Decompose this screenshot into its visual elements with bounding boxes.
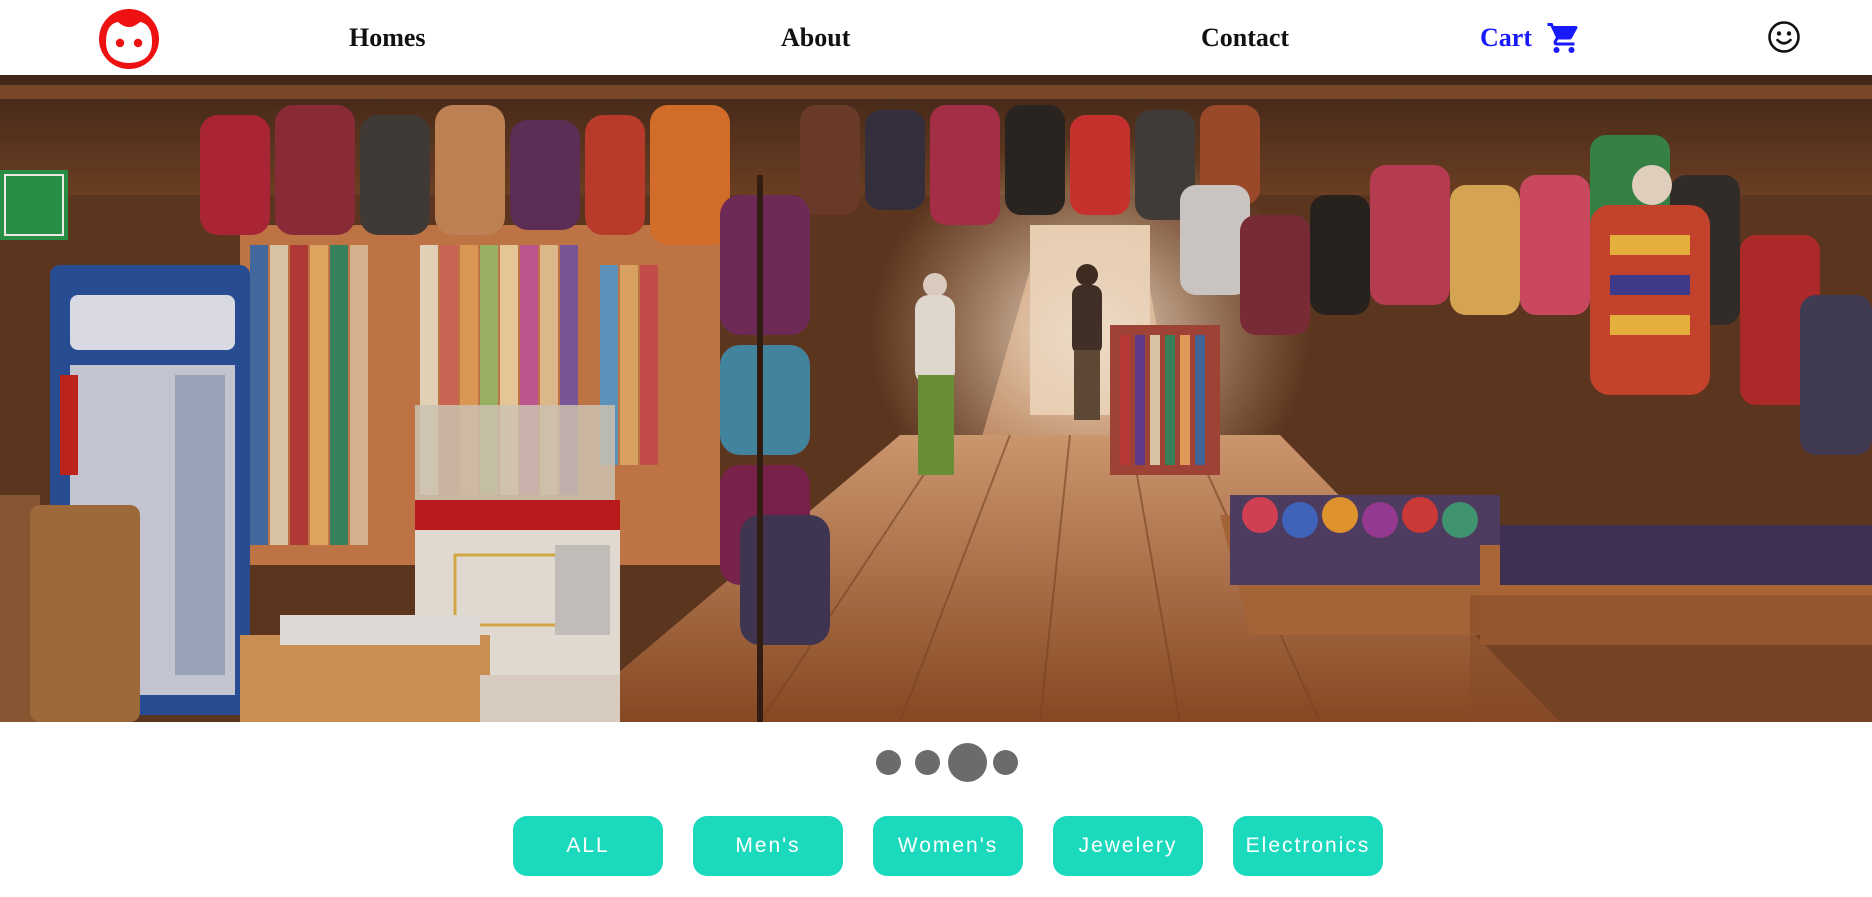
navbar: Homes About Contact Cart	[0, 0, 1872, 75]
market-stall-photo	[0, 75, 1872, 722]
carousel-dot-1[interactable]	[876, 750, 901, 775]
cart-label: Cart	[1480, 23, 1532, 52]
shopping-cart-icon	[1547, 23, 1578, 53]
smiley-face-icon[interactable]	[1767, 20, 1801, 54]
nav-link-contact[interactable]: Contact	[1201, 20, 1289, 56]
category-button-womens[interactable]: Women's	[873, 816, 1023, 876]
hero-banner	[0, 75, 1872, 722]
category-button-all[interactable]: ALL	[513, 816, 663, 876]
carousel-dot-2[interactable]	[915, 750, 940, 775]
nav-link-homes[interactable]: Homes	[349, 20, 426, 56]
carousel-dot-4[interactable]	[993, 750, 1018, 775]
category-button-mens[interactable]: Men's	[693, 816, 843, 876]
carousel-indicators	[0, 740, 1872, 784]
carousel-dot-3-active[interactable]	[948, 743, 987, 782]
category-button-jewelery[interactable]: Jewelery	[1053, 816, 1203, 876]
cartoon-face-logo-icon[interactable]	[96, 6, 162, 70]
nav-link-cart[interactable]: Cart	[1480, 20, 1582, 56]
nav-link-about[interactable]: About	[781, 20, 850, 56]
category-button-electronics[interactable]: Electronics	[1233, 816, 1383, 876]
